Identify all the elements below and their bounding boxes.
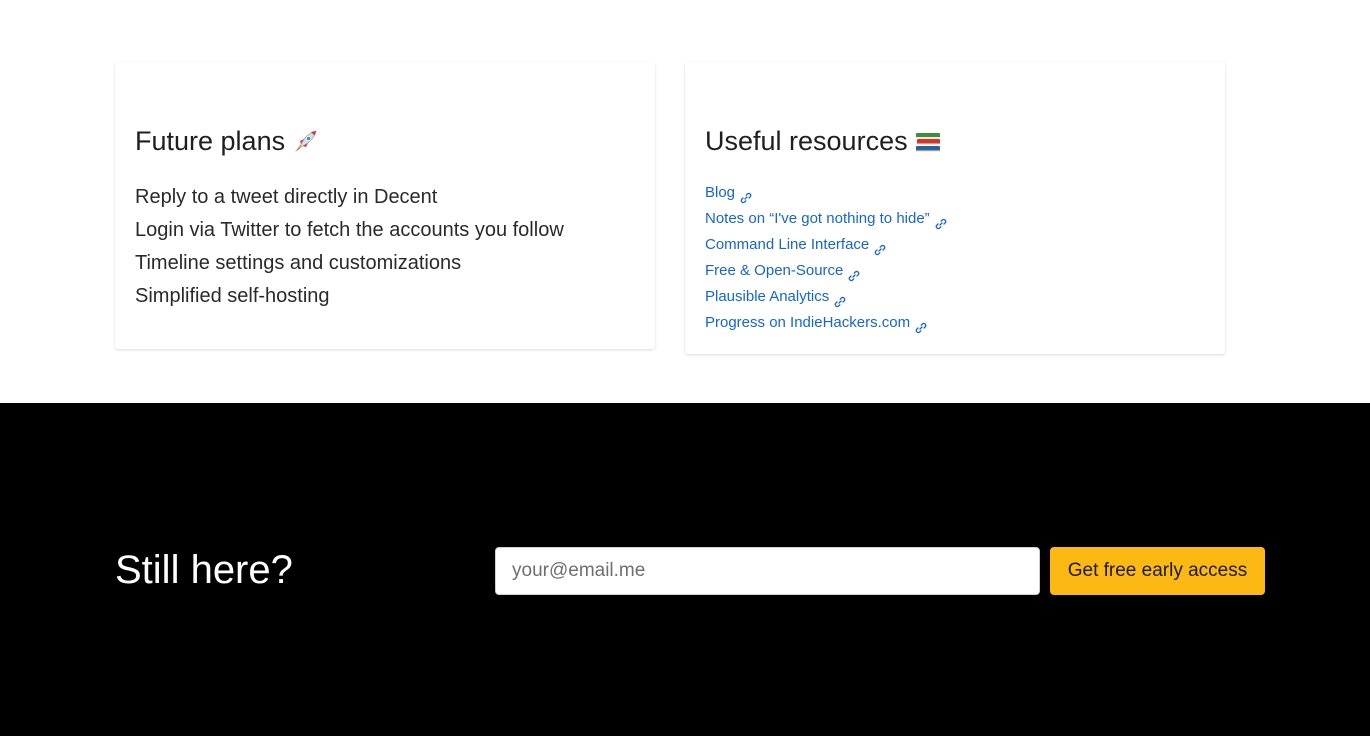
indiehackers-link[interactable]: Progress on IndieHackers.com xyxy=(705,310,927,336)
cta-section: Still here? Get free early access xyxy=(0,403,1370,736)
open-source-link[interactable]: Free & Open-Source xyxy=(705,258,860,284)
open-source-link-label: Free & Open-Source xyxy=(705,262,844,279)
cta-title: Still here? xyxy=(115,548,293,592)
link-icon xyxy=(848,265,860,282)
list-item: Blog xyxy=(705,180,947,206)
link-icon xyxy=(935,213,947,230)
useful-resources-card: Useful resources Blog Notes on “I've got… xyxy=(685,62,1225,354)
link-icon xyxy=(874,239,886,256)
books-icon xyxy=(914,128,942,156)
useful-resources-title: Useful resources xyxy=(705,126,908,156)
notes-link-label: Notes on “I've got nothing to hide” xyxy=(705,210,930,227)
list-item: Reply to a tweet directly in Decent xyxy=(135,186,438,208)
future-plans-list: Reply to a tweet directly in Decent Logi… xyxy=(135,181,564,313)
email-field[interactable] xyxy=(495,547,1040,595)
cli-link[interactable]: Command Line Interface xyxy=(705,232,886,258)
list-item: Command Line Interface xyxy=(705,232,947,258)
list-item: Free & Open-Source xyxy=(705,258,947,284)
notes-link[interactable]: Notes on “I've got nothing to hide” xyxy=(705,206,947,232)
list-item: Login via Twitter to fetch the accounts … xyxy=(135,219,564,241)
list-item: Progress on IndieHackers.com xyxy=(705,310,947,336)
blog-link-label: Blog xyxy=(705,184,736,201)
future-plans-title: Future plans xyxy=(135,126,286,156)
resources-list: Blog Notes on “I've got nothing to hide”… xyxy=(705,180,947,336)
link-icon xyxy=(740,187,752,204)
link-icon xyxy=(915,317,927,334)
plausible-link-label: Plausible Analytics xyxy=(705,288,830,305)
list-item: Timeline settings and customizations xyxy=(135,252,462,274)
plausible-link[interactable]: Plausible Analytics xyxy=(705,284,846,310)
list-item: Simplified self-hosting xyxy=(135,285,330,307)
get-early-access-button[interactable]: Get free early access xyxy=(1050,547,1265,595)
blog-link[interactable]: Blog xyxy=(705,180,752,206)
link-icon xyxy=(834,291,846,308)
useful-resources-heading: Useful resources xyxy=(705,126,942,157)
info-section: Future plans Reply to a tweet directly i… xyxy=(0,0,1370,403)
list-item: Plausible Analytics xyxy=(705,284,947,310)
rocket-icon xyxy=(291,128,319,156)
future-plans-heading: Future plans xyxy=(135,126,319,157)
indiehackers-link-label: Progress on IndieHackers.com xyxy=(705,314,911,331)
list-item: Notes on “I've got nothing to hide” xyxy=(705,206,947,232)
cli-link-label: Command Line Interface xyxy=(705,236,870,253)
future-plans-card: Future plans Reply to a tweet directly i… xyxy=(115,62,655,349)
